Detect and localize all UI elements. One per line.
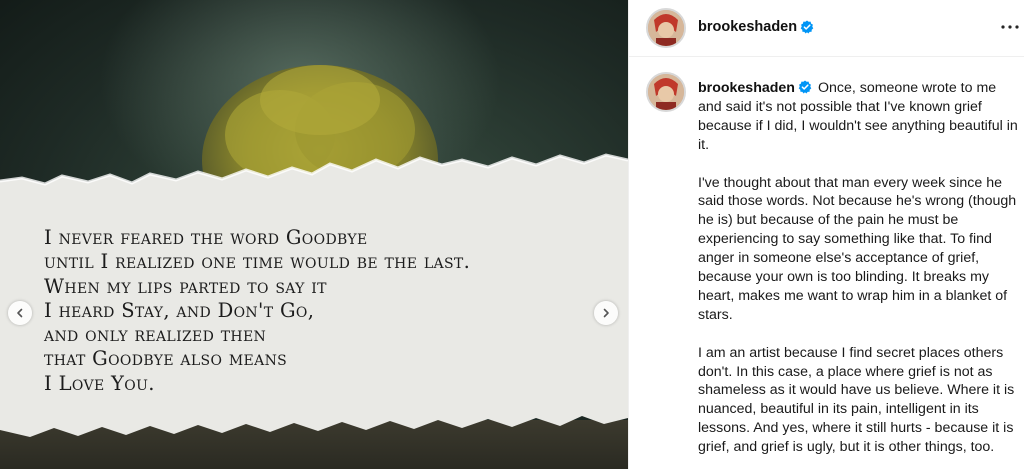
poem-line: When my lips parted to say it	[44, 274, 327, 298]
more-options-button[interactable]	[997, 12, 1023, 42]
poem-text: I never feared the word Goodbye until I …	[44, 226, 584, 396]
post-sidebar: brookeshaden brookeshaden Once, someone …	[628, 0, 1024, 469]
previous-slide-button[interactable]	[8, 301, 32, 325]
poem-line: I heard Stay, and Don't Go,	[44, 298, 315, 322]
caption-paragraph: I am an artist because I find secret pla…	[698, 344, 1015, 456]
poem-line: and only realized then	[44, 323, 267, 347]
caption-avatar[interactable]	[646, 72, 686, 112]
poem-line: I never feared the word Goodbye	[44, 226, 368, 249]
post-header: brookeshaden	[629, 0, 1024, 57]
verified-badge-icon	[798, 80, 812, 94]
chevron-right-icon	[603, 308, 609, 318]
avatar-image	[648, 10, 684, 46]
next-slide-button[interactable]	[594, 301, 618, 325]
header-username[interactable]: brookeshaden	[698, 19, 797, 35]
caption-paragraph: I've thought about that man every week s…	[698, 174, 1017, 323]
verified-badge-icon	[800, 20, 814, 34]
post-caption: brookeshaden Once, someone wrote to me a…	[698, 79, 1018, 469]
poem-line: until I realized one time would be the l…	[44, 250, 471, 274]
poem-line: that Goodbye also means	[44, 347, 288, 371]
avatar[interactable]	[646, 8, 686, 48]
chevron-left-icon	[17, 308, 23, 318]
poem-line: I Love You.	[44, 371, 155, 395]
post-media: I never feared the word Goodbye until I …	[0, 0, 628, 469]
more-horizontal-icon	[1001, 25, 1019, 29]
caption-username[interactable]: brookeshaden	[698, 80, 795, 96]
caption-paragraph: brookeshaden Once, someone wrote to me a…	[698, 79, 1018, 155]
avatar-image	[648, 74, 684, 110]
